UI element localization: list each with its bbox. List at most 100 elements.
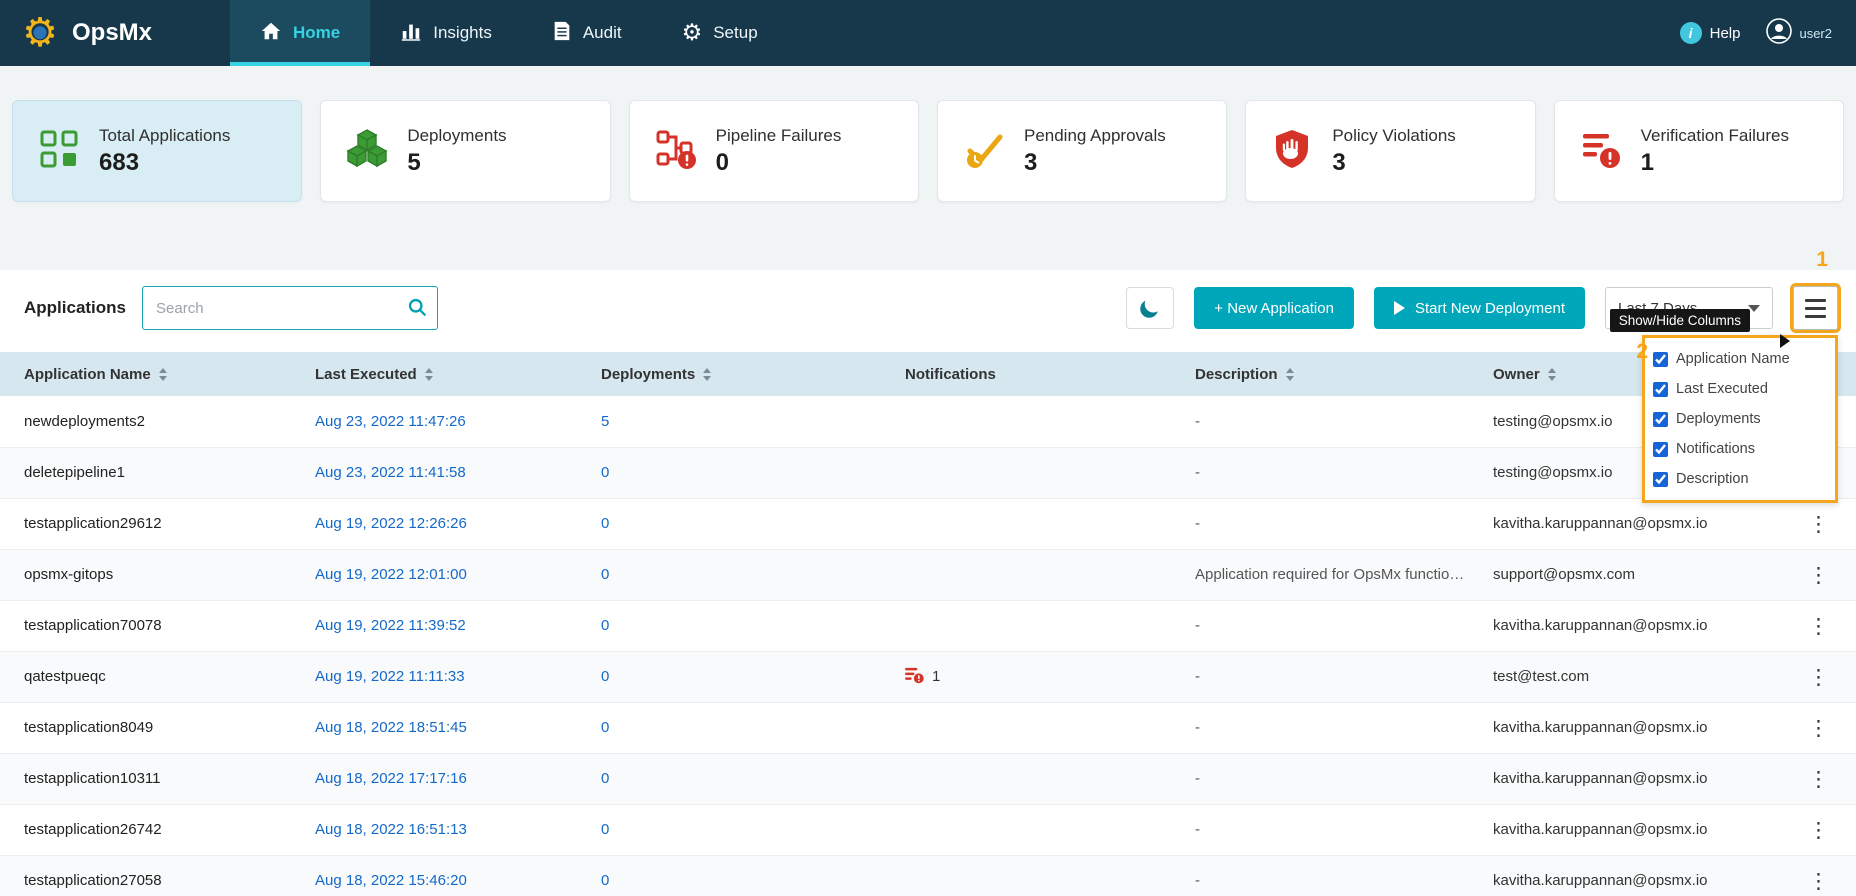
card-label: Verification Failures [1641, 126, 1789, 146]
description-cell: - [1171, 753, 1469, 804]
last-executed-cell[interactable]: Aug 23, 2022 11:41:58 [291, 447, 577, 498]
description-cell: - [1171, 702, 1469, 753]
nav-item-home[interactable]: Home [230, 0, 370, 66]
applications-table: Application Name Last Executed Deploymen… [0, 352, 1856, 896]
column-header-description[interactable]: Description [1171, 352, 1469, 396]
deployments-count-cell[interactable]: 0 [577, 804, 881, 855]
column-toggle-notifications[interactable]: Notifications [1653, 434, 1827, 464]
column-header-last-executed[interactable]: Last Executed [291, 352, 577, 396]
last-executed-cell[interactable]: Aug 18, 2022 17:17:16 [291, 753, 577, 804]
application-name-cell[interactable]: testapplication29612 [0, 498, 291, 549]
deployments-count-cell[interactable]: 0 [577, 855, 881, 896]
application-name-cell[interactable]: testapplication27058 [0, 855, 291, 896]
last-executed-cell[interactable]: Aug 23, 2022 11:47:26 [291, 396, 577, 447]
table-row[interactable]: testapplication26742Aug 18, 2022 16:51:1… [0, 804, 1856, 855]
kebab-menu-icon[interactable]: ⋮ [1808, 818, 1829, 842]
column-toggle-description[interactable]: Description [1653, 464, 1827, 494]
nav-item-setup[interactable]: ⚙ Setup [652, 0, 788, 66]
application-name-cell[interactable]: opsmx-gitops [0, 549, 291, 600]
card-total-applications[interactable]: Total Applications683 [12, 100, 302, 202]
column-toggle-checkbox[interactable] [1653, 382, 1668, 397]
owner-cell: kavitha.karuppannan@opsmx.io [1469, 600, 1781, 651]
user-menu[interactable]: user2 [1766, 18, 1832, 49]
column-toggle-deployments[interactable]: Deployments [1653, 404, 1827, 434]
last-executed-cell[interactable]: Aug 18, 2022 16:51:13 [291, 804, 577, 855]
row-actions-cell[interactable]: ⋮ [1781, 702, 1856, 753]
application-name-cell[interactable]: testapplication26742 [0, 804, 291, 855]
column-toggle-checkbox[interactable] [1653, 442, 1668, 457]
last-executed-cell[interactable]: Aug 19, 2022 12:01:00 [291, 549, 577, 600]
kebab-menu-icon[interactable]: ⋮ [1808, 665, 1829, 689]
row-actions-cell[interactable]: ⋮ [1781, 549, 1856, 600]
nav-item-insights[interactable]: Insights [370, 0, 522, 66]
row-actions-cell[interactable]: ⋮ [1781, 498, 1856, 549]
row-actions-cell[interactable]: ⋮ [1781, 804, 1856, 855]
deployments-count-cell[interactable]: 0 [577, 702, 881, 753]
last-executed-cell[interactable]: Aug 19, 2022 12:26:26 [291, 498, 577, 549]
card-verification-failures[interactable]: Verification Failures1 [1554, 100, 1844, 202]
kebab-menu-icon[interactable]: ⋮ [1808, 869, 1829, 893]
column-header-application-name[interactable]: Application Name [0, 352, 291, 396]
row-actions-cell[interactable]: ⋮ [1781, 753, 1856, 804]
application-name-cell[interactable]: deletepipeline1 [0, 447, 291, 498]
deployments-count-cell[interactable]: 0 [577, 651, 881, 702]
canary-sail-icon [1137, 295, 1163, 321]
column-header-deployments[interactable]: Deployments [577, 352, 881, 396]
kebab-menu-icon[interactable]: ⋮ [1808, 767, 1829, 791]
column-toggle-application-name[interactable]: Application Name [1653, 344, 1827, 374]
application-name-cell[interactable]: testapplication70078 [0, 600, 291, 651]
new-application-button[interactable]: + New Application [1194, 287, 1354, 329]
row-actions-cell[interactable]: ⋮ [1781, 651, 1856, 702]
kebab-menu-icon[interactable]: ⋮ [1808, 512, 1829, 536]
table-row[interactable]: deletepipeline1Aug 23, 2022 11:41:580-te… [0, 447, 1856, 498]
card-policy-violations[interactable]: Policy Violations3 [1245, 100, 1535, 202]
table-row[interactable]: newdeployments2Aug 23, 2022 11:47:265-te… [0, 396, 1856, 447]
column-toggle-last-executed[interactable]: Last Executed [1653, 374, 1827, 404]
row-actions-cell[interactable]: ⋮ [1781, 855, 1856, 896]
column-toggle-checkbox[interactable] [1653, 352, 1668, 367]
table-row[interactable]: testapplication8049Aug 18, 2022 18:51:45… [0, 702, 1856, 753]
table-row[interactable]: opsmx-gitopsAug 19, 2022 12:01:000Applic… [0, 549, 1856, 600]
column-toggle-checkbox[interactable] [1653, 472, 1668, 487]
deployments-count-cell[interactable]: 5 [577, 396, 881, 447]
application-name-cell[interactable]: qatestpueqc [0, 651, 291, 702]
help-button[interactable]: i Help [1680, 22, 1741, 44]
card-pending-approvals[interactable]: Pending Approvals3 [937, 100, 1227, 202]
brand[interactable]: ⚙ OpsMx [18, 11, 152, 55]
row-actions-cell[interactable]: ⋮ [1781, 600, 1856, 651]
search-icon[interactable] [407, 297, 428, 323]
last-executed-cell[interactable]: Aug 19, 2022 11:39:52 [291, 600, 577, 651]
table-row[interactable]: testapplication70078Aug 19, 2022 11:39:5… [0, 600, 1856, 651]
table-row[interactable]: testapplication10311Aug 18, 2022 17:17:1… [0, 753, 1856, 804]
pending-approvals-check-icon [962, 127, 1006, 176]
kebab-menu-icon[interactable]: ⋮ [1808, 614, 1829, 638]
deployments-count-cell[interactable]: 0 [577, 498, 881, 549]
description-cell: - [1171, 651, 1469, 702]
start-deployment-button[interactable]: Start New Deployment [1374, 287, 1585, 329]
nav-item-audit[interactable]: Audit [522, 0, 652, 66]
column-toggle-checkbox[interactable] [1653, 412, 1668, 427]
top-navbar: ⚙ OpsMx Home Insights Audit ⚙ Setup [0, 0, 1856, 66]
last-executed-cell[interactable]: Aug 19, 2022 11:11:33 [291, 651, 577, 702]
last-executed-cell[interactable]: Aug 18, 2022 18:51:45 [291, 702, 577, 753]
deployments-count-cell[interactable]: 0 [577, 600, 881, 651]
application-name-cell[interactable]: newdeployments2 [0, 396, 291, 447]
deployments-count-cell[interactable]: 0 [577, 753, 881, 804]
table-row[interactable]: testapplication29612Aug 19, 2022 12:26:2… [0, 498, 1856, 549]
kebab-menu-icon[interactable]: ⋮ [1808, 716, 1829, 740]
owner-cell: kavitha.karuppannan@opsmx.io [1469, 804, 1781, 855]
card-deployments[interactable]: Deployments5 [320, 100, 610, 202]
kebab-menu-icon[interactable]: ⋮ [1808, 563, 1829, 587]
application-name-cell[interactable]: testapplication8049 [0, 702, 291, 753]
notifications-cell [881, 396, 1171, 447]
last-executed-cell[interactable]: Aug 18, 2022 15:46:20 [291, 855, 577, 896]
deployments-count-cell[interactable]: 0 [577, 447, 881, 498]
table-row[interactable]: qatestpueqcAug 19, 2022 11:11:3301-test@… [0, 651, 1856, 702]
table-row[interactable]: testapplication27058Aug 18, 2022 15:46:2… [0, 855, 1856, 896]
card-pipeline-failures[interactable]: Pipeline Failures0 [629, 100, 919, 202]
show-hide-columns-button[interactable] [1793, 286, 1838, 330]
deployments-count-cell[interactable]: 0 [577, 549, 881, 600]
canary-button[interactable] [1126, 287, 1174, 329]
search-input[interactable] [142, 286, 438, 330]
application-name-cell[interactable]: testapplication10311 [0, 753, 291, 804]
